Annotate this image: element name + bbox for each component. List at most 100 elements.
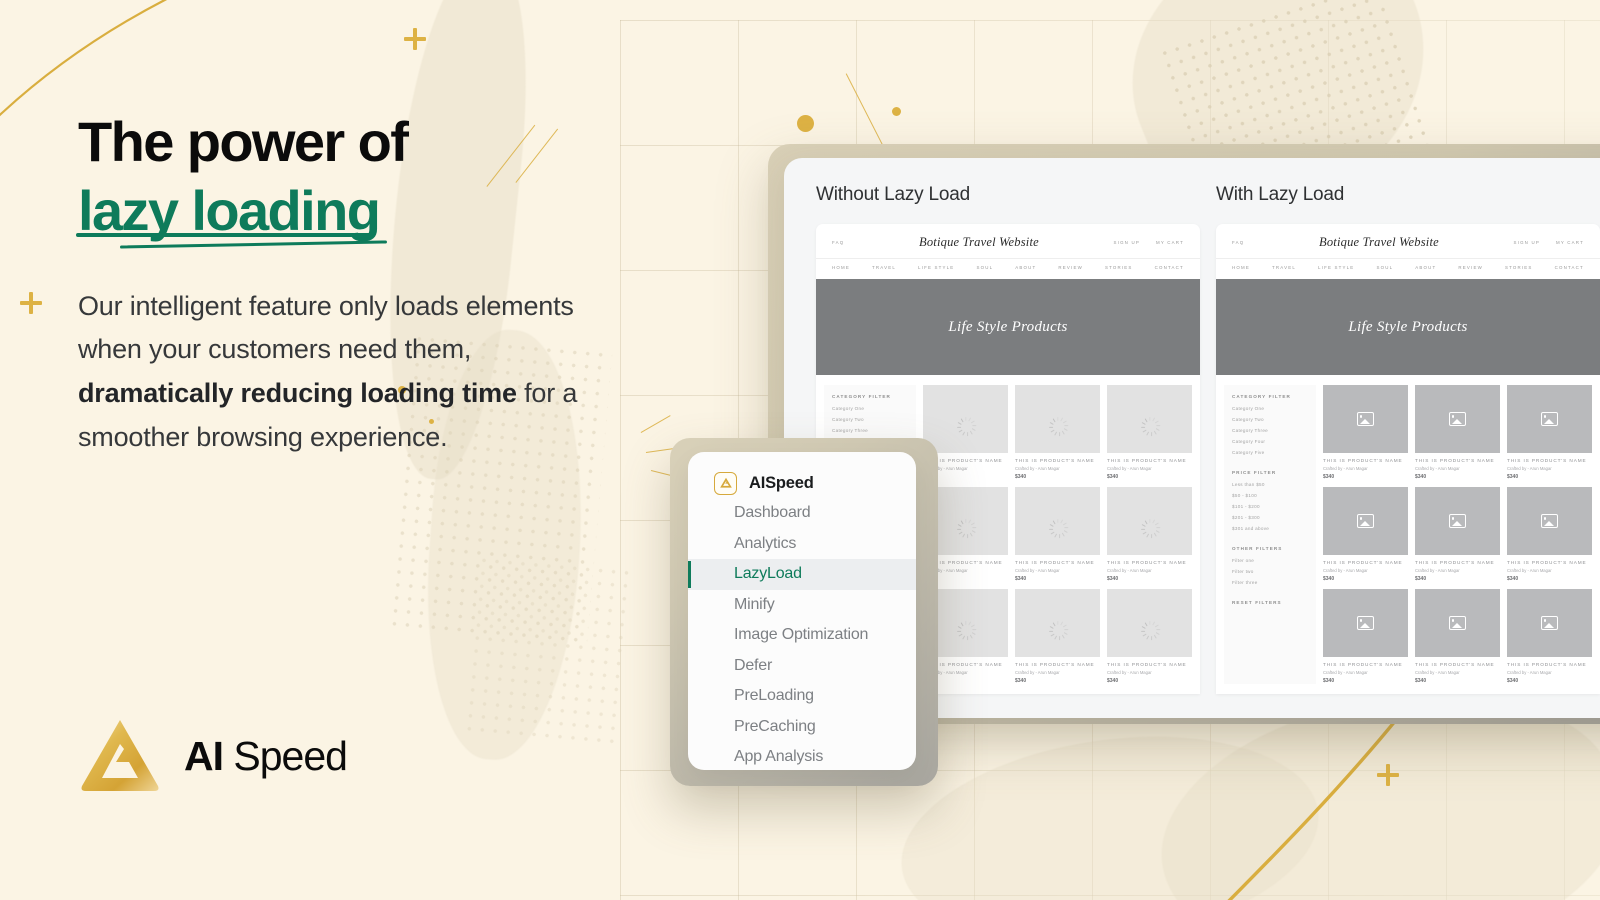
filter-option[interactable]: Category Four <box>1232 439 1308 444</box>
product-card[interactable]: THIS IS PRODUCT'S NAME Crafted by - Arun … <box>1107 589 1192 684</box>
site-nav-link[interactable]: CONTACT <box>1155 265 1184 270</box>
product-card[interactable]: THIS IS PRODUCT'S NAME Crafted by - Arun … <box>1015 385 1100 480</box>
site-nav-link[interactable]: TRAVEL <box>872 265 896 270</box>
product-card[interactable]: THIS IS PRODUCT'S NAME Crafted by - Arun … <box>1415 487 1500 582</box>
loading-spinner-icon <box>1048 412 1068 437</box>
page-title-accent: lazy loading <box>76 181 388 249</box>
filter-option[interactable]: Less than $50 <box>1232 482 1308 487</box>
menu-item-image-optimization[interactable]: Image Optimization <box>688 620 916 651</box>
menu-item-dashboard[interactable]: Dashboard <box>688 498 916 529</box>
product-card[interactable]: THIS IS PRODUCT'S NAME Crafted by - Arun … <box>1107 487 1192 582</box>
product-thumbnail <box>1323 589 1408 657</box>
hero-description-part1: Our intelligent feature only loads eleme… <box>78 290 574 365</box>
product-card[interactable]: THIS IS PRODUCT'S NAME Crafted by - Arun … <box>1015 589 1100 684</box>
site-nav-link[interactable]: REVIEW <box>1458 265 1483 270</box>
site-nav-link[interactable]: LIFE STYLE <box>918 265 954 270</box>
menu-item-analytics[interactable]: Analytics <box>688 529 916 560</box>
product-card[interactable]: THIS IS PRODUCT'S NAME Crafted by - Arun … <box>1415 589 1500 684</box>
site-link-faq[interactable]: FAQ <box>832 240 844 245</box>
filter-option[interactable]: Category Five <box>1232 450 1308 455</box>
product-name: THIS IS PRODUCT'S NAME <box>1323 560 1403 565</box>
site-link-faq[interactable]: FAQ <box>1232 240 1244 245</box>
site-link-my-cart[interactable]: MY CART <box>1156 240 1184 245</box>
site-nav-link[interactable]: CONTACT <box>1555 265 1584 270</box>
product-thumbnail <box>1507 385 1592 453</box>
product-card[interactable]: THIS IS PRODUCT'S NAME Crafted by - Arun … <box>1415 385 1500 480</box>
site-link-my-cart[interactable]: MY CART <box>1556 240 1584 245</box>
filter-option[interactable]: Filter two <box>1232 569 1308 574</box>
product-name: THIS IS PRODUCT'S NAME <box>1507 560 1587 565</box>
site-nav-link[interactable]: ABOUT <box>1015 265 1036 270</box>
filter-option[interactable]: $101 - $200 <box>1232 504 1308 509</box>
menu-item-precaching[interactable]: PreCaching <box>688 712 916 743</box>
menu-item-lazyload[interactable]: LazyLoad <box>688 559 916 590</box>
filter-heading-category: CATEGORY FILTER <box>832 394 891 399</box>
image-placeholder-icon <box>1449 616 1466 630</box>
product-price: $340 <box>1507 474 1519 480</box>
product-thumbnail-loading <box>1015 589 1100 657</box>
product-thumbnail-loading <box>1107 487 1192 555</box>
filter-option[interactable]: $50 - $100 <box>1232 493 1308 498</box>
loading-spinner-icon <box>956 514 976 539</box>
product-byline: Crafted by - Arun Magar <box>1015 466 1060 471</box>
product-card[interactable]: THIS IS PRODUCT'S NAME Crafted by - Arun … <box>1507 589 1592 684</box>
plus-mark <box>404 28 426 50</box>
product-thumbnail-loading <box>923 385 1008 453</box>
product-price: $340 <box>1415 678 1427 684</box>
product-card[interactable]: THIS IS PRODUCT'S NAME Crafted by - Arun … <box>1507 385 1592 480</box>
menu-item-minify[interactable]: Minify <box>688 590 916 621</box>
menu-item-app-analysis[interactable]: App Analysis <box>688 742 916 773</box>
filter-option[interactable]: Category One <box>1232 406 1308 411</box>
site-nav-link[interactable]: HOME <box>1232 265 1250 270</box>
menu-item-defer[interactable]: Defer <box>688 651 916 682</box>
site-nav-link[interactable]: ABOUT <box>1415 265 1436 270</box>
product-name: THIS IS PRODUCT'S NAME <box>1507 662 1587 667</box>
product-card[interactable]: THIS IS PRODUCT'S NAME Crafted by - Arun … <box>1015 487 1100 582</box>
product-name: THIS IS PRODUCT'S NAME <box>1415 662 1495 667</box>
filter-option[interactable]: Category Two <box>1232 417 1308 422</box>
reset-filters-button[interactable]: RESET FILTERS <box>1232 600 1308 605</box>
site-nav-link[interactable]: STORIES <box>1105 265 1133 270</box>
product-card[interactable]: THIS IS PRODUCT'S NAME Crafted by - Arun … <box>1507 487 1592 582</box>
site-header: FAQ Botique Travel Website SIGN UP MY CART <box>1216 224 1600 258</box>
product-name: THIS IS PRODUCT'S NAME <box>1415 560 1495 565</box>
filter-option[interactable]: Category Three <box>832 428 908 433</box>
menu-title: AISpeed <box>749 473 814 492</box>
site-nav-link[interactable]: TRAVEL <box>1272 265 1296 270</box>
product-card[interactable]: THIS IS PRODUCT'S NAME Crafted by - Arun … <box>1323 487 1408 582</box>
product-thumbnail-loading <box>1107 589 1192 657</box>
image-placeholder-icon <box>1357 412 1374 426</box>
product-name: THIS IS PRODUCT'S NAME <box>1107 662 1187 667</box>
product-name: THIS IS PRODUCT'S NAME <box>1415 458 1495 463</box>
site-nav: HOME TRAVEL LIFE STYLE SOUL ABOUT REVIEW STORI… <box>816 258 1200 279</box>
product-card[interactable]: THIS IS PRODUCT'S NAME Crafted by - Arun … <box>1323 589 1408 684</box>
triangle-logo-icon <box>714 471 737 495</box>
site-link-sign-up[interactable]: SIGN UP <box>1514 240 1540 245</box>
filter-option[interactable]: Category Three <box>1232 428 1308 433</box>
underline-stroke <box>76 232 376 237</box>
filter-option[interactable]: Filter three <box>1232 580 1308 585</box>
filter-option[interactable]: $201 - $300 <box>1232 515 1308 520</box>
site-nav-link[interactable]: STORIES <box>1505 265 1533 270</box>
brand-logo-text-rest: Speed <box>223 732 348 779</box>
site-nav-link[interactable]: HOME <box>832 265 850 270</box>
filter-option[interactable]: Category One <box>832 406 908 411</box>
filter-option[interactable]: Category Two <box>832 417 908 422</box>
filter-option[interactable]: $301 and above <box>1232 526 1308 531</box>
product-byline: Crafted by - Arun Magar <box>1507 466 1552 471</box>
menu-item-preloading[interactable]: PreLoading <box>688 681 916 712</box>
site-nav-link[interactable]: REVIEW <box>1058 265 1083 270</box>
product-price: $340 <box>1323 576 1335 582</box>
product-byline: Crafted by - Arun Magar <box>1015 568 1060 573</box>
site-brand: Botique Travel Website <box>1319 235 1439 249</box>
product-price: $340 <box>1015 678 1027 684</box>
filter-option[interactable]: Filter one <box>1232 558 1308 563</box>
product-name: THIS IS PRODUCT'S NAME <box>1015 560 1095 565</box>
product-card[interactable]: THIS IS PRODUCT'S NAME Crafted by - Arun … <box>1323 385 1408 480</box>
site-nav-link[interactable]: SOUL <box>976 265 993 270</box>
site-nav-link[interactable]: LIFE STYLE <box>1318 265 1354 270</box>
site-nav-link[interactable]: SOUL <box>1376 265 1393 270</box>
site-link-sign-up[interactable]: SIGN UP <box>1114 240 1140 245</box>
loading-spinner-icon <box>1140 412 1160 437</box>
product-card[interactable]: THIS IS PRODUCT'S NAME Crafted by - Arun … <box>1107 385 1192 480</box>
